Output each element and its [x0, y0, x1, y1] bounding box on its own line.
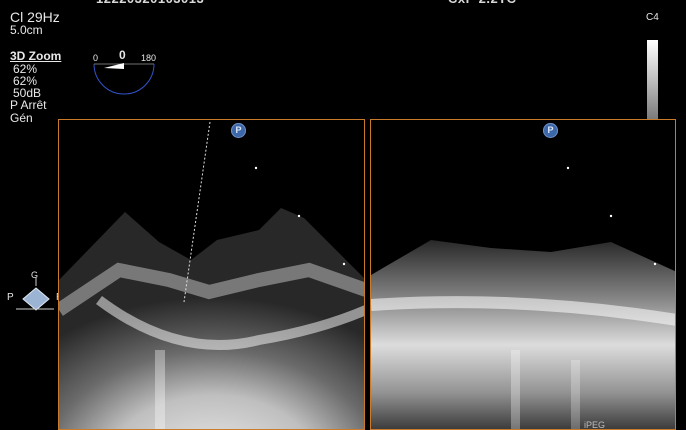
grayscale-label: C4 [646, 12, 659, 23]
orientation-top: G [31, 270, 39, 280]
orientation-marker: G P R [4, 270, 63, 314]
info-line: P Arrêt [10, 98, 47, 112]
right-probe-marker[interactable]: P [543, 123, 558, 138]
angle-max: 180 [141, 53, 157, 63]
right-footer-label: iPEG [584, 420, 606, 430]
header-patient-id: 12220320103013 [96, 0, 204, 6]
frame-rate: Cl 29Hz [10, 9, 60, 25]
orientation-left: P [7, 292, 14, 303]
left-image-panel[interactable]: P [58, 119, 365, 430]
left-ultrasound-image [59, 121, 364, 429]
ultrasound-screen: 12220320103013 CxP 2.2TC Cl 29Hz 5.0cm 3… [0, 0, 686, 430]
angle-min: 0 [93, 53, 99, 63]
right-image-panel[interactable]: P iPEG [370, 119, 676, 430]
angle-current: 0 [119, 48, 126, 62]
mode-3d-zoom[interactable]: 3D Zoom [10, 50, 61, 62]
angle-indicator: 0 0 180 [88, 48, 158, 100]
depth: 5.0cm [10, 23, 43, 37]
right-ultrasound-image [371, 166, 675, 429]
header-probe: CxP 2.2TC [448, 0, 517, 6]
info-line: Gén [10, 111, 33, 125]
left-probe-marker[interactable]: P [231, 123, 246, 138]
